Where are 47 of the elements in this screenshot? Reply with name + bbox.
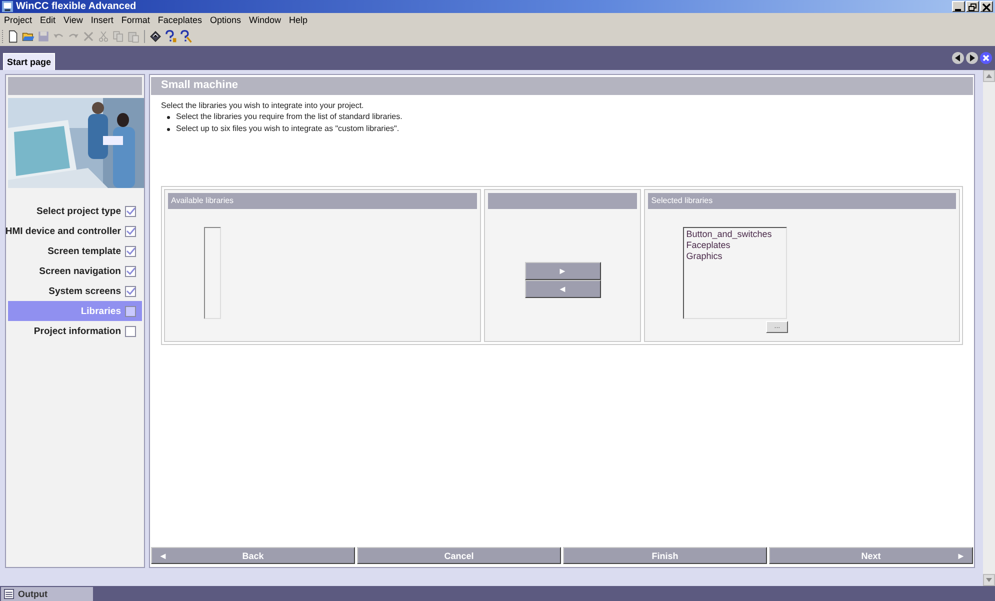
menu-item[interactable]: Options xyxy=(208,15,246,25)
minimize-button[interactable] xyxy=(952,1,965,12)
menu-item[interactable]: View xyxy=(62,15,88,25)
close-button[interactable] xyxy=(980,1,993,12)
list-icon xyxy=(4,589,14,599)
list-box[interactable]: Button_and_switches Faceplates Graphics xyxy=(683,227,788,319)
instruction-text: Select the libraries you wish to integrate into your project. xyxy=(161,100,365,111)
app-icon xyxy=(2,1,13,12)
wizard-title: Small machine xyxy=(151,77,973,95)
close-icon xyxy=(982,3,991,12)
wizard-step[interactable]: Select project type xyxy=(8,201,142,221)
list-box[interactable] xyxy=(204,227,221,319)
wizard-step[interactable]: Project information xyxy=(8,321,142,341)
list-item[interactable]: Button_and_switches xyxy=(686,229,784,240)
tab[interactable]: Start page xyxy=(3,53,56,70)
window-title: WinCC flexible Advanced xyxy=(16,1,136,12)
list-item[interactable]: Graphics xyxy=(686,251,784,262)
next-icon[interactable] xyxy=(966,52,978,64)
wizard-step[interactable]: System screens xyxy=(8,281,142,301)
scroll-up-icon[interactable] xyxy=(985,72,993,80)
scroll-down-icon[interactable] xyxy=(985,576,993,584)
bullet-icon xyxy=(167,116,170,118)
menu-item[interactable]: Faceplates xyxy=(156,15,207,25)
wizard-step[interactable]: Screen template xyxy=(8,241,142,261)
panel-header: Selected libraries xyxy=(648,193,956,209)
context-help-icon[interactable] xyxy=(179,30,192,43)
bullet-text: Select the libraries you require from the list of standard libraries. xyxy=(176,111,402,123)
restore-button[interactable] xyxy=(966,1,979,12)
output-tab[interactable]: Output xyxy=(1,587,93,601)
close-icon[interactable] xyxy=(980,52,992,64)
previous-icon[interactable] xyxy=(952,52,964,64)
new-icon[interactable] xyxy=(7,30,20,43)
list-item[interactable]: Faceplates xyxy=(686,240,784,251)
help-icon[interactable] xyxy=(164,30,177,43)
menu-item[interactable]: Window xyxy=(246,15,286,25)
menu-item[interactable]: Edit xyxy=(38,15,61,25)
menu-item[interactable]: Project xyxy=(2,15,38,25)
menu-item[interactable]: Help xyxy=(287,15,313,25)
open-icon[interactable] xyxy=(22,30,35,43)
restore-icon xyxy=(968,3,977,12)
bullet-text: Select up to six files you wish to integrate as "custom libraries". xyxy=(176,123,400,135)
bullet-icon xyxy=(167,128,170,130)
menu-item[interactable]: Format xyxy=(119,15,155,25)
wizard-step[interactable]: HMI device and controller xyxy=(8,221,142,241)
menu-item[interactable]: Insert xyxy=(88,15,118,25)
wizard-step[interactable]: Screen navigation xyxy=(8,261,142,281)
panel-header: Available libraries xyxy=(168,193,477,209)
